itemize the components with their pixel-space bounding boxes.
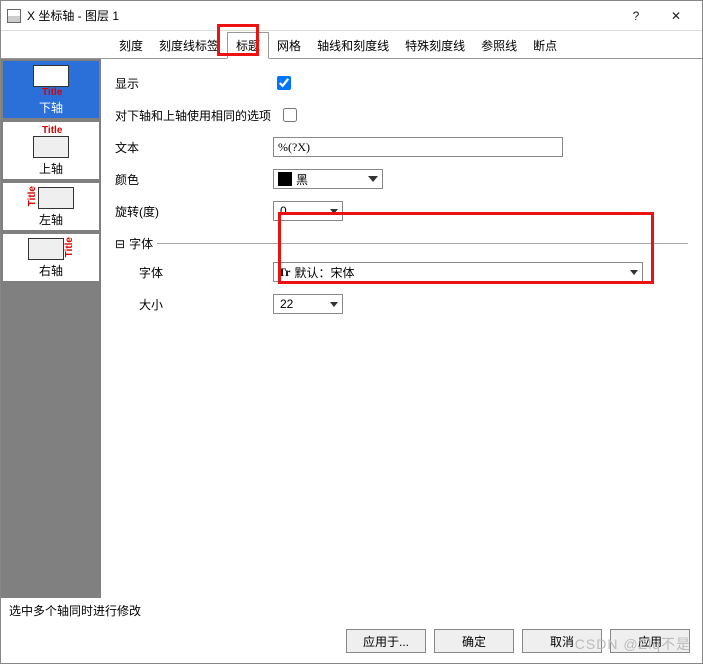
chevron-down-icon <box>368 176 378 182</box>
main-row: Title 下轴 Title 上轴 Title 左轴 Title 右轴 <box>1 59 702 598</box>
size-label: 大小 <box>115 296 265 313</box>
same-options-checkbox[interactable] <box>283 108 297 122</box>
axis-item-right[interactable]: Title 右轴 <box>3 234 99 281</box>
help-button[interactable]: ? <box>616 2 656 30</box>
title-label-icon: Title <box>42 87 62 98</box>
tab-specialticks[interactable]: 特殊刻度线 <box>397 33 473 58</box>
same-options-label: 对下轴和上轴使用相同的选项 <box>115 107 271 124</box>
font-label: 字体 <box>115 264 265 281</box>
tab-breaks[interactable]: 断点 <box>525 33 565 58</box>
color-label: 颜色 <box>115 171 265 188</box>
title-label-icon: Title <box>64 237 75 257</box>
tab-reference[interactable]: 参照线 <box>473 33 525 58</box>
font-prefix-icon: Tr <box>278 265 290 280</box>
tab-scale[interactable]: 刻度 <box>111 33 151 58</box>
divider <box>157 243 688 244</box>
apply-to-button[interactable]: 应用于... <box>346 629 426 653</box>
tab-bar: 刻度 刻度线标签 标题 网格 轴线和刻度线 特殊刻度线 参照线 断点 <box>1 31 702 59</box>
tab-title[interactable]: 标题 <box>227 32 269 59</box>
rotate-input[interactable] <box>278 203 318 219</box>
axis-item-top[interactable]: Title 上轴 <box>3 122 99 179</box>
chevron-down-icon <box>630 270 638 275</box>
rotate-label: 旋转(度) <box>115 203 265 220</box>
title-label-icon: Title <box>42 125 62 136</box>
axis-item-label: 右轴 <box>39 262 63 279</box>
close-button[interactable]: ✕ <box>656 2 696 30</box>
color-combo[interactable]: 黑 <box>273 169 383 189</box>
ok-button[interactable]: 确定 <box>434 629 514 653</box>
titlebar: X 坐标轴 - 图层 1 ? ✕ <box>1 1 702 31</box>
color-swatch <box>278 172 292 186</box>
show-label: 显示 <box>115 75 265 92</box>
axis-item-bottom[interactable]: Title 下轴 <box>3 61 99 118</box>
tab-grid[interactable]: 网格 <box>269 33 309 58</box>
chevron-down-icon <box>330 209 338 214</box>
tab-axisline[interactable]: 轴线和刻度线 <box>309 33 397 58</box>
show-checkbox[interactable] <box>277 76 291 90</box>
button-bar: 应用于... 确定 取消 应用 <box>1 623 702 663</box>
axis-sidebar: Title 下轴 Title 上轴 Title 左轴 Title 右轴 <box>1 59 101 598</box>
font-value: 默认：宋体 <box>294 264 354 281</box>
text-input[interactable] <box>273 137 563 157</box>
title-label-icon: Title <box>27 186 38 206</box>
dialog-body: 刻度 刻度线标签 标题 网格 轴线和刻度线 特殊刻度线 参照线 断点 Title… <box>1 31 702 663</box>
size-select[interactable] <box>273 294 343 314</box>
size-input[interactable] <box>278 296 318 312</box>
text-label: 文本 <box>115 139 265 156</box>
cancel-button[interactable]: 取消 <box>522 629 602 653</box>
axis-item-label: 下轴 <box>39 99 63 116</box>
collapse-icon[interactable]: ⊟ <box>115 237 125 251</box>
rotate-select[interactable] <box>273 201 343 221</box>
font-group-label: 字体 <box>129 235 153 252</box>
window-title: X 坐标轴 - 图层 1 <box>27 7 616 24</box>
tab-ticklabels[interactable]: 刻度线标签 <box>151 33 227 58</box>
font-group-header[interactable]: ⊟ 字体 <box>115 235 688 252</box>
multi-axis-hint: 选中多个轴同时进行修改 <box>1 598 702 623</box>
axis-item-label: 左轴 <box>39 211 63 228</box>
font-combo[interactable]: Tr 默认：宋体 <box>273 262 643 282</box>
apply-button[interactable]: 应用 <box>610 629 690 653</box>
axis-item-label: 上轴 <box>39 160 63 177</box>
dialog-window: X 坐标轴 - 图层 1 ? ✕ 刻度 刻度线标签 标题 网格 轴线和刻度线 特… <box>0 0 703 664</box>
app-icon <box>7 9 21 23</box>
form-content: 显示 对下轴和上轴使用相同的选项 文本 颜色 黑 <box>101 59 702 598</box>
chevron-down-icon <box>330 302 338 307</box>
color-value: 黑 <box>296 171 308 188</box>
axis-item-left[interactable]: Title 左轴 <box>3 183 99 230</box>
